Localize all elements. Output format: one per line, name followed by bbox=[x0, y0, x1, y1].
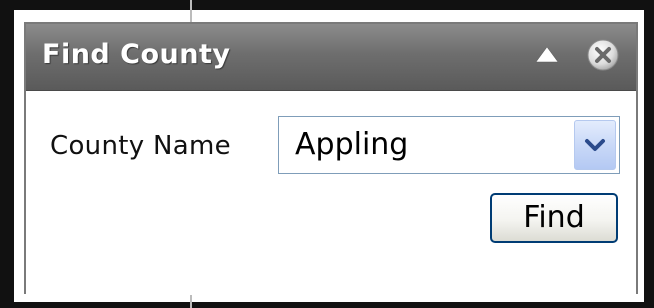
county-selected-value: Appling bbox=[295, 127, 409, 162]
triangle-up-icon[interactable] bbox=[534, 44, 560, 66]
panel-titlebar: Find County bbox=[26, 24, 636, 91]
county-name-label: County Name bbox=[50, 131, 231, 161]
panel-body: County Name Appling Find bbox=[26, 91, 636, 295]
screen: Find County County Name Appling Find bbox=[0, 0, 654, 308]
county-name-select[interactable]: Appling bbox=[278, 116, 620, 174]
panel-title: Find County bbox=[42, 39, 231, 70]
find-county-panel: Find County County Name Appling Find bbox=[24, 22, 638, 295]
background-frame-bottom bbox=[0, 302, 654, 308]
close-icon[interactable] bbox=[586, 38, 620, 72]
background-frame-left bbox=[0, 0, 14, 308]
background-frame-right bbox=[644, 0, 654, 308]
background-frame-top bbox=[0, 0, 654, 10]
find-button[interactable]: Find bbox=[490, 193, 618, 243]
chevron-down-icon[interactable] bbox=[574, 120, 616, 170]
